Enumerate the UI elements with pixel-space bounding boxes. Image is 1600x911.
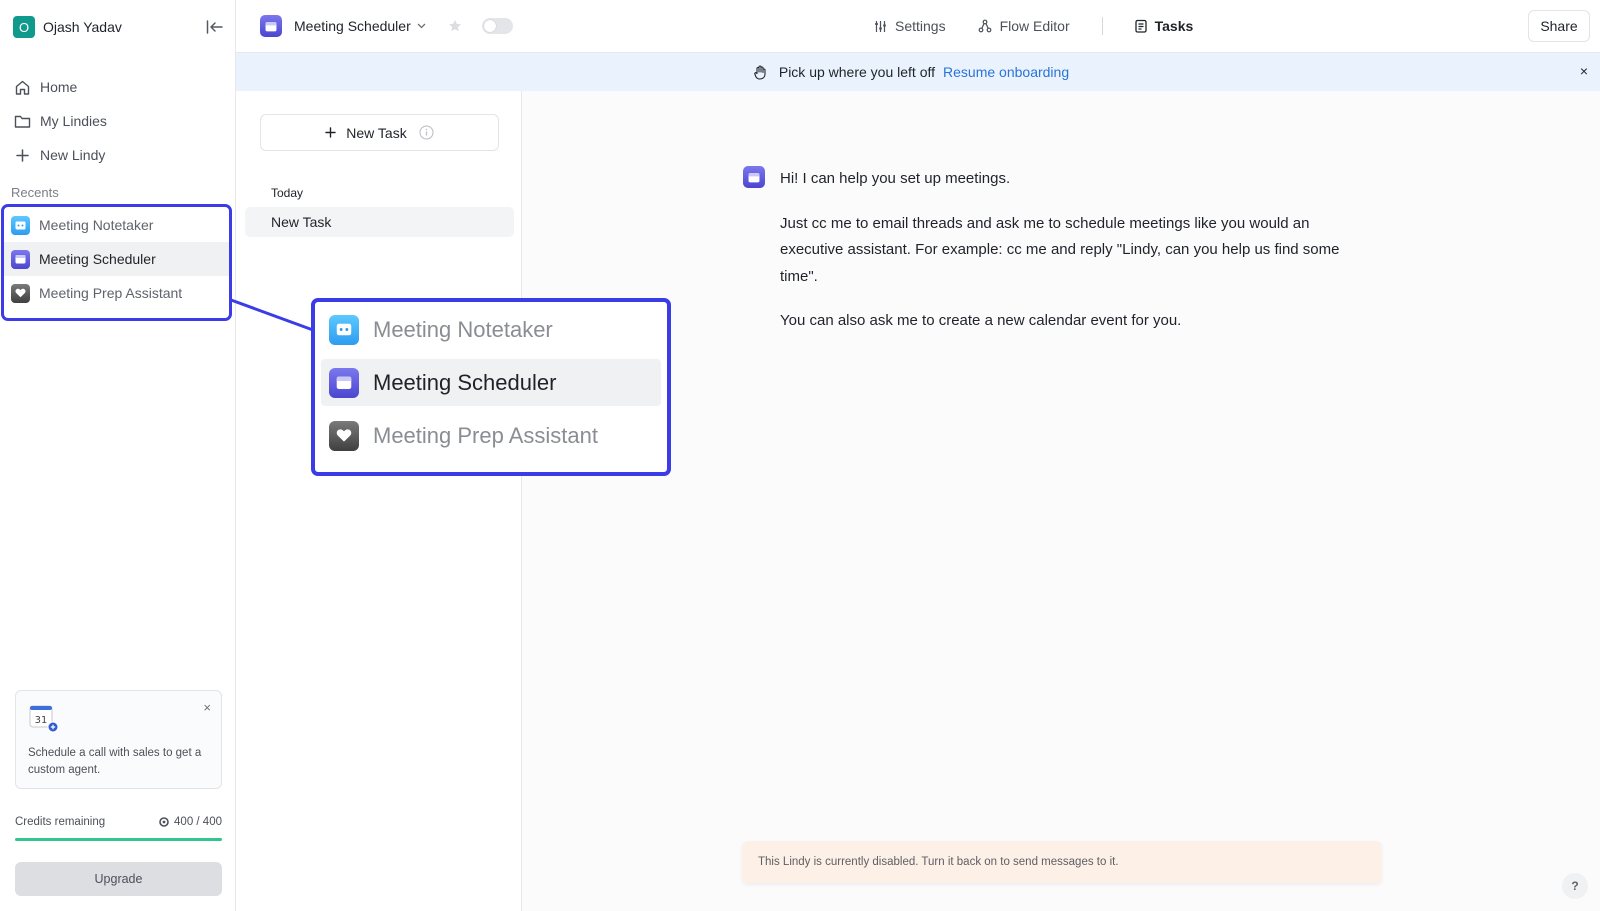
- recent-item-label: Meeting Prep Assistant: [39, 285, 183, 301]
- credits-value-wrap: 400 / 400: [159, 816, 222, 828]
- nav-label: Home: [40, 79, 78, 95]
- chevron-down-icon[interactable]: [417, 23, 426, 29]
- tab-label: Tasks: [1154, 18, 1194, 34]
- zoom-item-label: Meeting Prep Assistant: [373, 422, 599, 448]
- scheduler-app-icon: [260, 15, 282, 37]
- recent-item-label: Meeting Scheduler: [39, 251, 156, 267]
- tab-label: Settings: [895, 18, 946, 34]
- tab-flow-editor[interactable]: Flow Editor: [978, 18, 1070, 34]
- info-icon[interactable]: [419, 125, 434, 140]
- avatar: O: [13, 16, 35, 38]
- enable-toggle[interactable]: [481, 18, 513, 34]
- calendar-icon: 31: [29, 704, 59, 733]
- tasks-panel: New Task Today New Task: [236, 91, 522, 911]
- new-task-button[interactable]: New Task: [260, 114, 499, 151]
- tab-settings[interactable]: Settings: [874, 18, 946, 34]
- zoom-item-meeting-scheduler: Meeting Scheduler: [321, 359, 661, 406]
- tab-tasks[interactable]: Tasks: [1134, 18, 1194, 34]
- top-bar: Meeting Scheduler Settings Flow Editor T…: [236, 0, 1600, 53]
- help-button[interactable]: ?: [1562, 873, 1588, 899]
- banner-content: Pick up where you left off Resume onboar…: [753, 64, 1069, 80]
- tasks-icon: [1134, 19, 1147, 33]
- nav-item-my-lindies[interactable]: My Lindies: [10, 104, 226, 138]
- agent-avatar-icon: [743, 166, 765, 188]
- disabled-notice: This Lindy is currently disabled. Turn i…: [742, 841, 1382, 883]
- view-tabs: Settings Flow Editor Tasks: [874, 15, 1193, 37]
- close-banner-icon[interactable]: ×: [1580, 63, 1588, 79]
- main-nav: Home My Lindies New Lindy: [10, 70, 226, 172]
- zoom-callout: Meeting Notetaker Meeting Scheduler Meet…: [311, 298, 671, 476]
- message-paragraph: Just cc me to email threads and ask me t…: [780, 214, 1340, 285]
- zoom-item-label: Meeting Scheduler: [373, 369, 557, 395]
- close-promo-icon[interactable]: ×: [203, 700, 211, 715]
- collapse-sidebar-icon[interactable]: [205, 17, 225, 37]
- task-item[interactable]: New Task: [245, 207, 514, 237]
- credits-value: 400 / 400: [174, 816, 222, 828]
- calendar-day: 31: [35, 715, 48, 726]
- sales-promo-text: Schedule a call with sales to get a cust…: [28, 747, 202, 776]
- nav-item-home[interactable]: Home: [10, 70, 226, 104]
- zoom-item-label: Meeting Notetaker: [373, 316, 553, 342]
- recent-item-meeting-notetaker[interactable]: Meeting Notetaker: [3, 208, 229, 242]
- nav-item-new-lindy[interactable]: New Lindy: [10, 138, 226, 172]
- resume-onboarding-link[interactable]: Resume onboarding: [943, 64, 1069, 80]
- agent-title: Meeting Scheduler: [260, 14, 513, 38]
- recents-list: Meeting Notetaker Meeting Scheduler Meet…: [3, 208, 229, 310]
- agent-name[interactable]: Meeting Scheduler: [294, 18, 411, 34]
- plus-icon: [325, 127, 336, 138]
- share-button[interactable]: Share: [1528, 10, 1590, 42]
- settings-sliders-icon: [874, 20, 887, 33]
- waving-hand-icon: [753, 64, 768, 80]
- nav-label: New Lindy: [40, 147, 106, 163]
- prep-assistant-app-icon: [11, 283, 30, 303]
- plus-icon: [13, 146, 31, 164]
- message-paragraph: You can also ask me to create a new cale…: [780, 312, 1182, 329]
- tab-label: Flow Editor: [999, 18, 1070, 34]
- task-group-label: Today: [271, 186, 304, 200]
- credits-coin-icon: [159, 817, 169, 827]
- scheduler-app-icon: [11, 249, 30, 269]
- banner-text: Pick up where you left off: [778, 64, 936, 80]
- flow-icon: [978, 19, 992, 33]
- folder-icon: [13, 112, 31, 130]
- prep-assistant-app-icon: [329, 420, 359, 451]
- account-name: Ojash Yadav: [43, 19, 122, 35]
- upgrade-button[interactable]: Upgrade: [15, 862, 222, 896]
- onboarding-banner: Pick up where you left off Resume onboar…: [236, 53, 1600, 91]
- credits-progress-fill: [15, 838, 222, 841]
- recent-item-meeting-prep-assistant[interactable]: Meeting Prep Assistant: [3, 276, 229, 310]
- account-switcher[interactable]: O Ojash Yadav: [13, 15, 122, 39]
- sidebar: O Ojash Yadav Home My Lindies New Lindy …: [0, 0, 236, 911]
- agent-message: Hi! I can help you set up meetings. Just…: [780, 166, 1370, 353]
- scheduler-app-icon: [329, 367, 359, 398]
- home-icon: [13, 78, 31, 96]
- chat-area: Hi! I can help you set up meetings. Just…: [522, 91, 1600, 911]
- nav-label: My Lindies: [40, 113, 107, 129]
- notetaker-app-icon: [329, 314, 359, 345]
- star-icon[interactable]: [448, 19, 462, 33]
- zoom-item-meeting-prep-assistant: Meeting Prep Assistant: [321, 412, 661, 459]
- recent-item-label: Meeting Notetaker: [39, 217, 154, 233]
- recent-item-meeting-scheduler[interactable]: Meeting Scheduler: [3, 242, 229, 276]
- credits-label: Credits remaining: [15, 816, 106, 828]
- recents-heading: Recents: [11, 185, 59, 200]
- credits-progress-bar: [15, 838, 222, 841]
- credits-row: Credits remaining 400 / 400: [15, 814, 222, 830]
- tab-divider: [1101, 17, 1103, 35]
- new-task-label: New Task: [346, 124, 407, 141]
- zoom-item-meeting-notetaker: Meeting Notetaker: [321, 306, 661, 353]
- message-paragraph: Hi! I can help you set up meetings.: [780, 170, 1011, 187]
- sales-promo-card: 31 × Schedule a call with sales to get a…: [15, 690, 222, 789]
- notetaker-app-icon: [11, 215, 30, 235]
